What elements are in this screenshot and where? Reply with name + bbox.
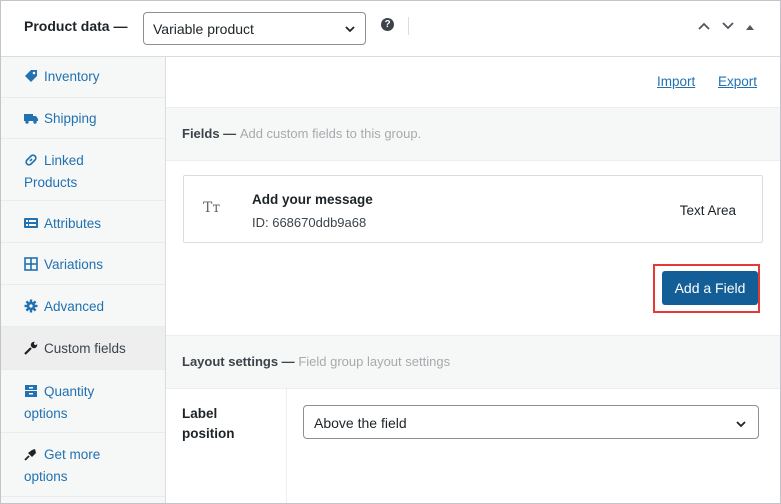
wrench-icon <box>24 341 38 355</box>
import-link[interactable]: Import <box>657 74 695 89</box>
chevron-down-icon <box>736 421 746 428</box>
export-link[interactable]: Export <box>718 74 757 89</box>
tab-label: Advanced <box>44 299 105 314</box>
chevron-down-icon <box>345 26 355 33</box>
product-data-panel: Product data — Variable product ? Invent… <box>0 0 781 504</box>
collapse-toggle-icon[interactable] <box>745 23 755 31</box>
product-data-header: Product data — Variable product ? <box>1 1 780 57</box>
tab-custom-fields[interactable]: Custom fields <box>1 327 165 370</box>
grid-icon <box>24 257 38 271</box>
link-icon <box>25 154 37 166</box>
label-position-value: Above the field <box>314 415 407 431</box>
layout-section-title: Layout settings — Field group layout set… <box>182 354 451 369</box>
tab-label: Attributes <box>44 216 102 231</box>
tab-variations[interactable]: Variations <box>1 243 165 285</box>
truck-icon <box>24 114 38 124</box>
fields-section-title: Fields — Add custom fields to this group… <box>182 126 422 141</box>
label-position-select[interactable]: Above the field <box>303 405 759 439</box>
help-icon[interactable]: ? <box>381 18 394 31</box>
custom-fields-panel: Import Export Fields — Add custom fields… <box>166 57 780 503</box>
tab-inventory[interactable]: Inventory <box>1 57 165 98</box>
tab-attributes[interactable]: Attributes <box>1 201 165 243</box>
tab-quantity-options[interactable]: Quantity options <box>1 370 165 433</box>
tab-label: Get more <box>44 447 101 462</box>
field-row[interactable]: Tт Add your message ID: 668670ddb9a68 Te… <box>183 175 763 243</box>
tab-label-line2: options <box>24 469 68 484</box>
tab-label: Quantity <box>44 384 95 399</box>
tab-label: Shipping <box>44 111 97 126</box>
field-type: Text Area <box>679 203 736 218</box>
fields-section-subtitle: Add custom fields to this group. <box>239 126 422 141</box>
tab-label: Custom fields <box>44 341 126 356</box>
layout-section-header: Layout settings — Field group layout set… <box>166 335 780 389</box>
tab-label: Inventory <box>44 69 100 84</box>
field-id: ID: 668670ddb9a68 <box>252 215 367 230</box>
tab-get-more-options[interactable]: Get more options <box>1 433 165 497</box>
product-type-value: Variable product <box>153 21 254 37</box>
tab-label-line2: options <box>24 406 68 421</box>
panel-title: Product data — <box>24 18 128 34</box>
tab-label: Variations <box>44 257 104 272</box>
fields-section-header: Fields — Add custom fields to this group… <box>166 108 780 161</box>
layout-section-subtitle: Field group layout settings <box>298 354 451 369</box>
tab-advanced[interactable]: Advanced <box>1 285 165 327</box>
label-position-label: Label position <box>182 406 235 441</box>
tab-linked-products[interactable]: Linked Products <box>1 139 165 201</box>
tab-shipping[interactable]: Shipping <box>1 98 165 139</box>
tab-label-line2: Products <box>24 175 78 190</box>
product-data-tabs: Inventory Shipping Linked Products Attrib… <box>1 57 166 503</box>
tab-label: Linked <box>44 153 84 168</box>
move-up-icon[interactable] <box>697 21 711 31</box>
move-down-icon[interactable] <box>721 21 735 31</box>
gear-icon <box>24 299 38 313</box>
product-type-select[interactable]: Variable product <box>143 12 366 45</box>
import-export-bar: Import Export <box>166 57 780 108</box>
tag-icon <box>25 70 37 82</box>
header-divider <box>408 17 409 35</box>
plugin-icon <box>24 449 36 461</box>
settings-divider <box>286 387 287 503</box>
archive-icon <box>25 385 37 397</box>
list-icon <box>24 218 38 228</box>
add-field-button[interactable]: Add a Field <box>662 271 758 305</box>
text-type-icon: Tт <box>203 200 221 216</box>
field-name: Add your message <box>252 192 373 207</box>
